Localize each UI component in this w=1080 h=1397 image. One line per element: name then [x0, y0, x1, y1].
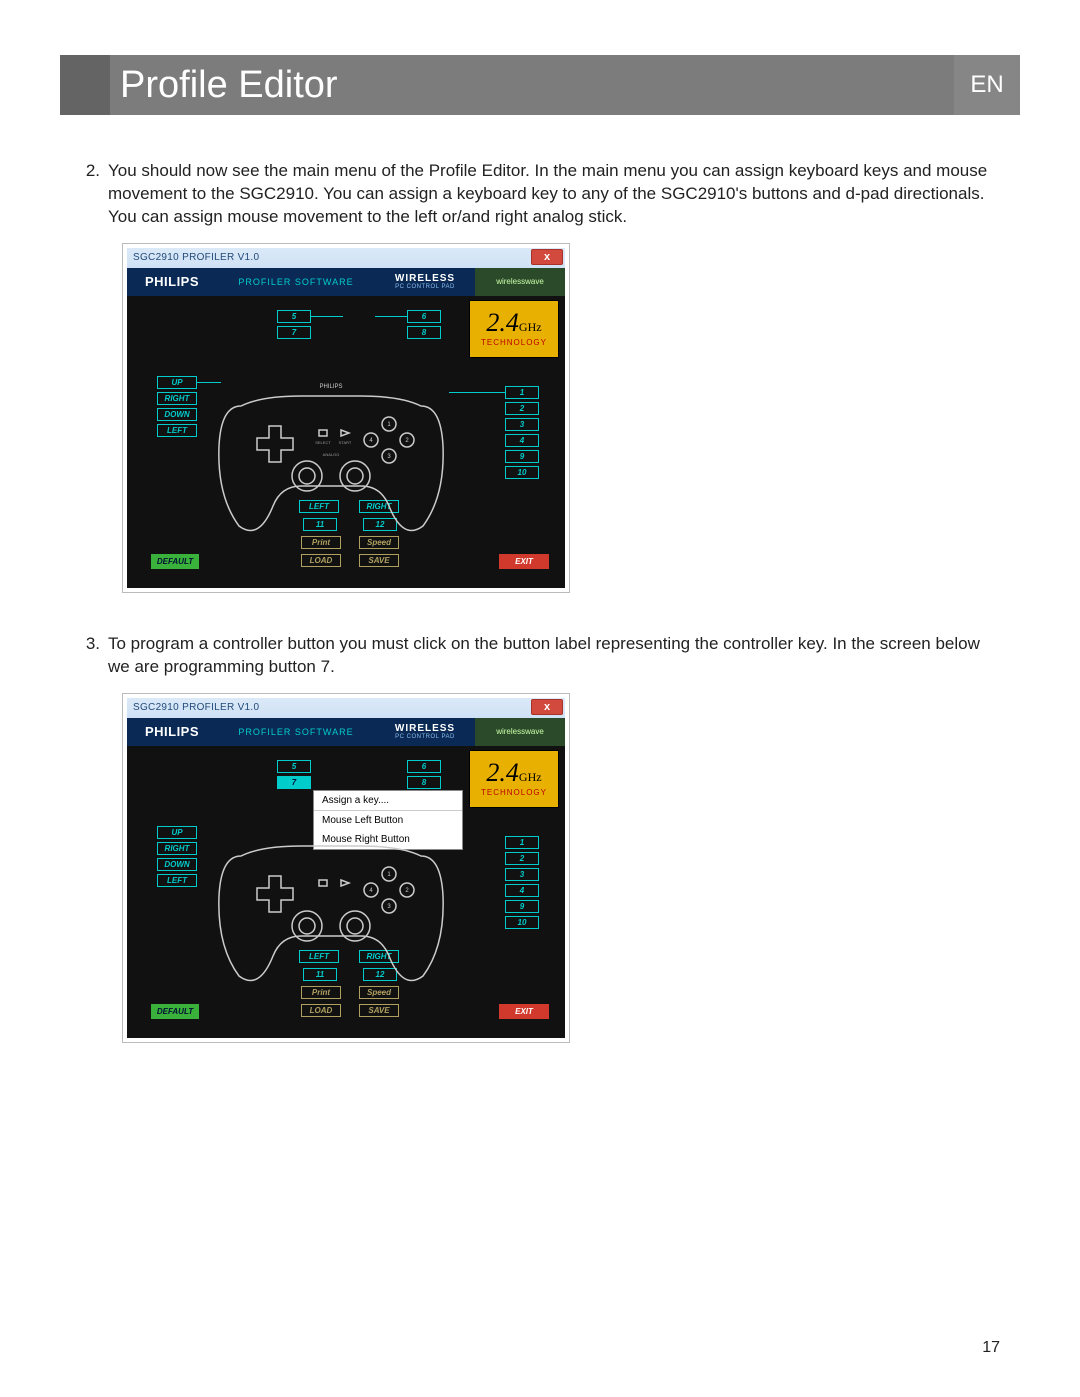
save-button[interactable]: SAVE: [359, 1004, 399, 1017]
ctx-assign-key[interactable]: Assign a key....: [314, 791, 462, 810]
dpad-left[interactable]: LEFT: [157, 424, 197, 437]
window-titlebar: SGC2910 PROFILER V1.0 x: [127, 248, 565, 268]
step-3: 3. To program a controller button you mu…: [80, 633, 1000, 679]
speed-button[interactable]: Speed: [359, 986, 399, 999]
step-number: 2.: [80, 160, 108, 229]
button-3[interactable]: 3: [505, 868, 539, 881]
close-icon: x: [544, 701, 550, 713]
svg-text:PHILIPS: PHILIPS: [319, 384, 342, 390]
philips-logo: PHILIPS: [127, 718, 217, 746]
button-2[interactable]: 2: [505, 852, 539, 865]
window-titlebar: SGC2910 PROFILER V1.0 x: [127, 698, 565, 718]
page-number: 17: [982, 1339, 1000, 1357]
button-3[interactable]: 3: [505, 418, 539, 431]
button-7[interactable]: 7: [277, 326, 311, 339]
controller-diagram: 1 2 3 4: [211, 816, 451, 986]
button-1[interactable]: 1: [505, 386, 539, 399]
load-button[interactable]: LOAD: [301, 554, 341, 567]
controller-diagram: PHILIPS SELECT ANALOG START 1 2 3 4: [211, 366, 451, 536]
ghz-badge: 2.4GHz TECHNOLOGY: [469, 750, 559, 808]
screenshot-2: SGC2910 PROFILER V1.0 x PHILIPS PROFILER…: [122, 693, 570, 1043]
exit-button[interactable]: EXIT: [499, 1004, 549, 1019]
button-2[interactable]: 2: [505, 402, 539, 415]
print-button[interactable]: Print: [301, 536, 341, 549]
svg-text:ANALOG: ANALOG: [323, 452, 340, 457]
button-5[interactable]: 5: [277, 760, 311, 773]
app-topbar: PHILIPS PROFILER SOFTWARE WIRELESS PC CO…: [127, 268, 565, 296]
svg-text:SELECT: SELECT: [315, 440, 331, 445]
step-text: To program a controller button you must …: [108, 633, 1000, 679]
profiler-software-label: PROFILER SOFTWARE: [217, 718, 375, 746]
step-text: You should now see the main menu of the …: [108, 160, 1000, 229]
button-7-selected[interactable]: 7: [277, 776, 311, 789]
close-icon: x: [544, 251, 550, 263]
dpad-down[interactable]: DOWN: [157, 408, 197, 421]
window-title: SGC2910 PROFILER V1.0: [133, 252, 259, 263]
svg-text:START: START: [339, 440, 352, 445]
save-button[interactable]: SAVE: [359, 554, 399, 567]
button-8[interactable]: 8: [407, 776, 441, 789]
step-2: 2. You should now see the main menu of t…: [80, 160, 1000, 229]
speed-button[interactable]: Speed: [359, 536, 399, 549]
app-topbar: PHILIPS PROFILER SOFTWARE WIRELESS PC CO…: [127, 718, 565, 746]
load-button[interactable]: LOAD: [301, 1004, 341, 1017]
default-button[interactable]: DEFAULT: [151, 554, 199, 569]
page-title: Profile Editor: [110, 64, 338, 107]
dpad-up[interactable]: UP: [157, 376, 197, 389]
svg-text:2: 2: [405, 888, 409, 894]
button-6[interactable]: 6: [407, 310, 441, 323]
svg-text:1: 1: [387, 422, 391, 428]
ghz-badge: 2.4GHz TECHNOLOGY: [469, 300, 559, 358]
button-9[interactable]: 9: [505, 450, 539, 463]
dpad-right[interactable]: RIGHT: [157, 842, 197, 855]
svg-text:3: 3: [387, 904, 391, 910]
profiler-software-label: PROFILER SOFTWARE: [217, 268, 375, 296]
close-button[interactable]: x: [531, 699, 563, 715]
svg-text:4: 4: [369, 888, 373, 894]
svg-text:1: 1: [387, 872, 391, 878]
language-badge: EN: [954, 55, 1020, 115]
svg-text:3: 3: [387, 454, 391, 460]
print-button[interactable]: Print: [301, 986, 341, 999]
dpad-right[interactable]: RIGHT: [157, 392, 197, 405]
button-10[interactable]: 10: [505, 466, 539, 479]
header-accent: [60, 55, 110, 115]
exit-button[interactable]: EXIT: [499, 554, 549, 569]
button-5[interactable]: 5: [277, 310, 311, 323]
page-header: Profile Editor EN: [60, 55, 1020, 115]
button-10[interactable]: 10: [505, 916, 539, 929]
button-6[interactable]: 6: [407, 760, 441, 773]
screenshot-1: SGC2910 PROFILER V1.0 x PHILIPS PROFILER…: [122, 243, 570, 593]
button-4[interactable]: 4: [505, 434, 539, 447]
button-1[interactable]: 1: [505, 836, 539, 849]
wirelesswave-logo: wirelesswave: [475, 268, 565, 296]
dpad-left[interactable]: LEFT: [157, 874, 197, 887]
default-button[interactable]: DEFAULT: [151, 1004, 199, 1019]
philips-logo: PHILIPS: [127, 268, 217, 296]
svg-text:2: 2: [405, 438, 409, 444]
wirelesswave-logo: wirelesswave: [475, 718, 565, 746]
dpad-down[interactable]: DOWN: [157, 858, 197, 871]
svg-text:4: 4: [369, 438, 373, 444]
close-button[interactable]: x: [531, 249, 563, 265]
wireless-label: WIRELESS PC CONTROL PAD: [375, 718, 475, 746]
button-9[interactable]: 9: [505, 900, 539, 913]
button-8[interactable]: 8: [407, 326, 441, 339]
wireless-label: WIRELESS PC CONTROL PAD: [375, 268, 475, 296]
step-number: 3.: [80, 633, 108, 679]
dpad-up[interactable]: UP: [157, 826, 197, 839]
button-4[interactable]: 4: [505, 884, 539, 897]
window-title: SGC2910 PROFILER V1.0: [133, 702, 259, 713]
